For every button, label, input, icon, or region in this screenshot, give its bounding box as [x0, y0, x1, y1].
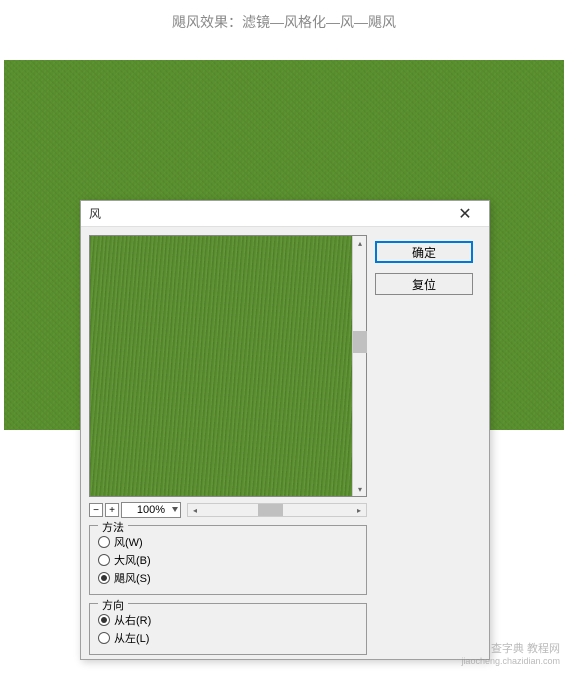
zoom-out-button[interactable]: − — [89, 503, 103, 517]
horizontal-scrollbar[interactable]: ◂ ▸ — [187, 503, 367, 517]
dialog-buttons: 确定 复位 — [375, 235, 473, 519]
radio-method-hurricane[interactable]: 飓风(S) — [98, 570, 358, 586]
zoom-controls: − + 100% ◂ ▸ — [89, 501, 367, 519]
scroll-up-icon[interactable]: ▴ — [353, 236, 367, 250]
instruction-text: 飓风效果：滤镜—风格化—风—飓风 — [0, 0, 568, 52]
radio-method-bigwind[interactable]: 大风(B) — [98, 552, 358, 568]
zoom-level-select[interactable]: 100% — [121, 502, 181, 518]
radio-icon — [98, 536, 110, 548]
radio-label: 从左(L) — [114, 630, 149, 646]
radio-icon — [98, 632, 110, 644]
preview-area: ▴ ▾ − + 100% ◂ ▸ — [89, 235, 367, 519]
radio-method-wind[interactable]: 风(W) — [98, 534, 358, 550]
radio-icon-checked — [98, 614, 110, 626]
scroll-down-icon[interactable]: ▾ — [353, 482, 367, 496]
direction-legend: 方向 — [98, 597, 128, 613]
dialog-body: ▴ ▾ − + 100% ◂ ▸ 确定 复位 — [81, 227, 489, 527]
vertical-scroll-thumb[interactable] — [353, 331, 367, 353]
method-fieldset: 方法 风(W) 大风(B) 飓风(S) — [89, 525, 367, 595]
method-legend: 方法 — [98, 519, 128, 535]
radio-label: 风(W) — [114, 534, 143, 550]
radio-label: 从右(R) — [114, 612, 151, 628]
radio-icon — [98, 554, 110, 566]
dialog-title: 风 — [89, 205, 101, 222]
scroll-right-icon[interactable]: ▸ — [352, 504, 366, 516]
horizontal-scroll-thumb[interactable] — [258, 504, 283, 516]
scroll-left-icon[interactable]: ◂ — [188, 504, 202, 516]
zoom-level-value: 100% — [137, 504, 165, 516]
radio-direction-left[interactable]: 从左(L) — [98, 630, 358, 646]
radio-direction-right[interactable]: 从右(R) — [98, 612, 358, 628]
close-icon: ✕ — [458, 204, 471, 224]
reset-button[interactable]: 复位 — [375, 273, 473, 295]
dialog-titlebar: 风 ✕ — [81, 201, 489, 227]
vertical-scrollbar[interactable]: ▴ ▾ — [352, 236, 366, 496]
zoom-in-button[interactable]: + — [105, 503, 119, 517]
radio-icon-checked — [98, 572, 110, 584]
ok-button[interactable]: 确定 — [375, 241, 473, 263]
direction-fieldset: 方向 从右(R) 从左(L) — [89, 603, 367, 655]
option-groups: 方法 风(W) 大风(B) 飓风(S) 方向 从右(R) 从左(L) — [89, 525, 367, 663]
preview-image — [90, 236, 352, 496]
radio-label: 飓风(S) — [114, 570, 151, 586]
wind-filter-dialog: 风 ✕ ▴ ▾ − + 100% ◂ — [80, 200, 490, 660]
close-button[interactable]: ✕ — [445, 202, 485, 226]
preview-box: ▴ ▾ — [89, 235, 367, 497]
radio-label: 大风(B) — [114, 552, 151, 568]
